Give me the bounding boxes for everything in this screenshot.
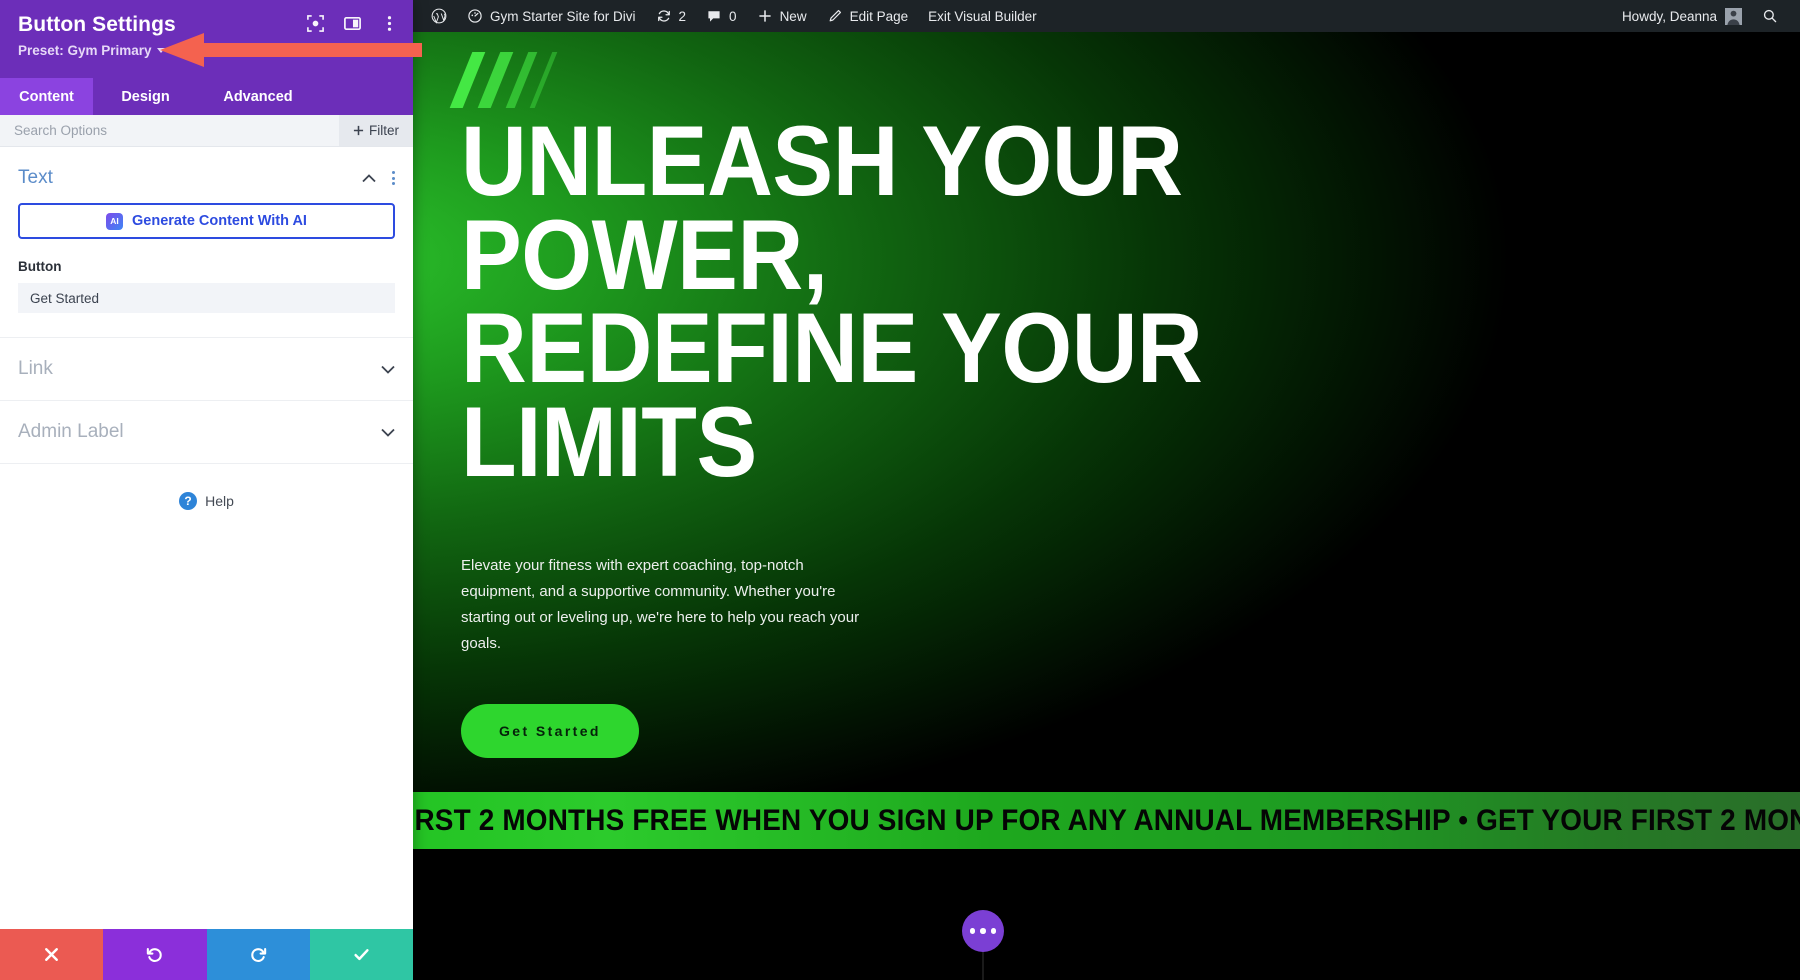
hero-cta-button[interactable]: Get Started bbox=[461, 704, 639, 759]
chevron-down-icon bbox=[381, 365, 395, 374]
exit-visual-builder-button[interactable]: Exit Visual Builder bbox=[918, 0, 1047, 32]
exit-visual-builder-label: Exit Visual Builder bbox=[928, 8, 1037, 24]
preset-label: Preset: Gym Primary bbox=[18, 43, 152, 59]
comment-icon bbox=[708, 11, 720, 22]
redo-icon bbox=[250, 947, 266, 962]
howdy-label: Howdy, Deanna bbox=[1621, 8, 1717, 24]
section-text: Text bbox=[0, 147, 413, 203]
section-admin-label-title: Admin Label bbox=[18, 421, 124, 442]
hero-body-text: Elevate your fitness with expert coachin… bbox=[461, 557, 860, 652]
filter-label: Filter bbox=[369, 123, 399, 138]
search-row: Filter bbox=[0, 115, 413, 147]
ai-badge-icon: AI bbox=[106, 212, 124, 230]
updates-icon bbox=[657, 10, 670, 22]
panel-header: Button Settings Preset: Gym Primary bbox=[0, 0, 413, 78]
user-account-menu[interactable]: Howdy, Deanna bbox=[1612, 7, 1752, 25]
chevron-up-icon[interactable] bbox=[362, 173, 376, 183]
wordpress-icon bbox=[431, 8, 447, 24]
pencil-icon bbox=[829, 9, 841, 22]
divi-menu-fab[interactable] bbox=[962, 910, 1004, 952]
focus-icon[interactable] bbox=[306, 14, 325, 33]
help-icon: ? bbox=[179, 492, 198, 510]
ai-button-label: Generate Content With AI bbox=[132, 213, 307, 229]
avatar bbox=[1725, 7, 1742, 25]
tab-advanced[interactable]: Advanced bbox=[198, 78, 318, 115]
plus-icon bbox=[758, 10, 771, 22]
site-name-label: Gym Starter Site for Divi bbox=[490, 8, 636, 24]
hero-headline: Unleash Your Power, Redefine Your Limits bbox=[461, 105, 1203, 497]
search-input[interactable] bbox=[0, 115, 339, 146]
kebab-menu-icon[interactable] bbox=[380, 14, 399, 33]
hero-content: Unleash Your Power, Redefine Your Limits… bbox=[461, 105, 1800, 759]
help-link[interactable]: ? Help bbox=[0, 464, 413, 510]
section-admin-label[interactable]: Admin Label bbox=[0, 400, 413, 464]
button-text-field-group: Button bbox=[0, 239, 413, 337]
tab-content[interactable]: Content bbox=[0, 78, 93, 115]
admin-search-button[interactable] bbox=[1752, 0, 1788, 32]
check-icon bbox=[354, 949, 369, 961]
filter-button[interactable]: Filter bbox=[339, 115, 413, 146]
dashboard-icon bbox=[468, 9, 482, 23]
panel-action-bar bbox=[0, 929, 413, 980]
help-label: Help bbox=[205, 493, 234, 509]
hero-section: Unleash Your Power, Redefine Your Limits… bbox=[413, 32, 1800, 792]
plus-icon bbox=[353, 125, 364, 136]
wordpress-logo-button[interactable] bbox=[421, 0, 457, 32]
redo-button[interactable] bbox=[206, 929, 310, 980]
edit-page-button[interactable]: Edit Page bbox=[817, 0, 919, 32]
cancel-button[interactable] bbox=[0, 929, 104, 980]
comments-button[interactable]: 0 bbox=[696, 0, 747, 32]
section-text-title: Text bbox=[18, 167, 53, 188]
section-link-title: Link bbox=[18, 358, 53, 379]
tab-design[interactable]: Design bbox=[93, 78, 198, 115]
updates-count: 2 bbox=[678, 8, 687, 24]
preset-dropdown[interactable]: Preset: Gym Primary bbox=[18, 43, 397, 58]
admin-bar-right: Howdy, Deanna bbox=[1612, 0, 1788, 32]
button-settings-panel: Button Settings Preset: Gym Primary Cont… bbox=[0, 0, 413, 980]
comments-count: 0 bbox=[729, 8, 737, 24]
panel-tabs: Content Design Advanced bbox=[0, 78, 413, 115]
undo-button[interactable] bbox=[103, 929, 207, 980]
user-icon bbox=[1727, 10, 1740, 25]
generate-content-with-ai-button[interactable]: AI Generate Content With AI bbox=[18, 203, 395, 239]
fab-stem bbox=[982, 950, 984, 980]
search-icon bbox=[1763, 9, 1777, 23]
section-text-kebab-icon[interactable] bbox=[392, 171, 395, 185]
layout-panel-icon[interactable] bbox=[343, 14, 362, 33]
panel-header-icons bbox=[306, 14, 399, 33]
button-field-label: Button bbox=[18, 259, 62, 274]
button-text-input[interactable] bbox=[18, 283, 395, 313]
save-button[interactable] bbox=[309, 929, 413, 980]
wordpress-admin-bar: Gym Starter Site for Divi 2 0 New Edit P… bbox=[413, 0, 1800, 32]
site-name-menu[interactable]: Gym Starter Site for Divi bbox=[457, 0, 646, 32]
updates-button[interactable]: 2 bbox=[646, 0, 697, 32]
edit-page-label: Edit Page bbox=[849, 8, 909, 24]
section-link[interactable]: Link bbox=[0, 337, 413, 400]
close-icon bbox=[45, 948, 59, 961]
page-preview: Gym Starter Site for Divi 2 0 New Edit P… bbox=[413, 0, 1800, 980]
new-label: New bbox=[779, 8, 807, 24]
promo-marquee: R FIRST 2 MONTHS FREE WHEN YOU SIGN UP F… bbox=[413, 792, 1800, 849]
new-content-button[interactable]: New bbox=[747, 0, 817, 32]
chevron-down-icon bbox=[381, 428, 395, 437]
promo-marquee-text: R FIRST 2 MONTHS FREE WHEN YOU SIGN UP F… bbox=[413, 803, 1800, 837]
undo-icon bbox=[147, 947, 163, 962]
panel-body: Text AI Generate Content With AI Button … bbox=[0, 147, 413, 929]
chevron-down-icon bbox=[156, 48, 165, 54]
decorative-slashes bbox=[449, 52, 581, 110]
